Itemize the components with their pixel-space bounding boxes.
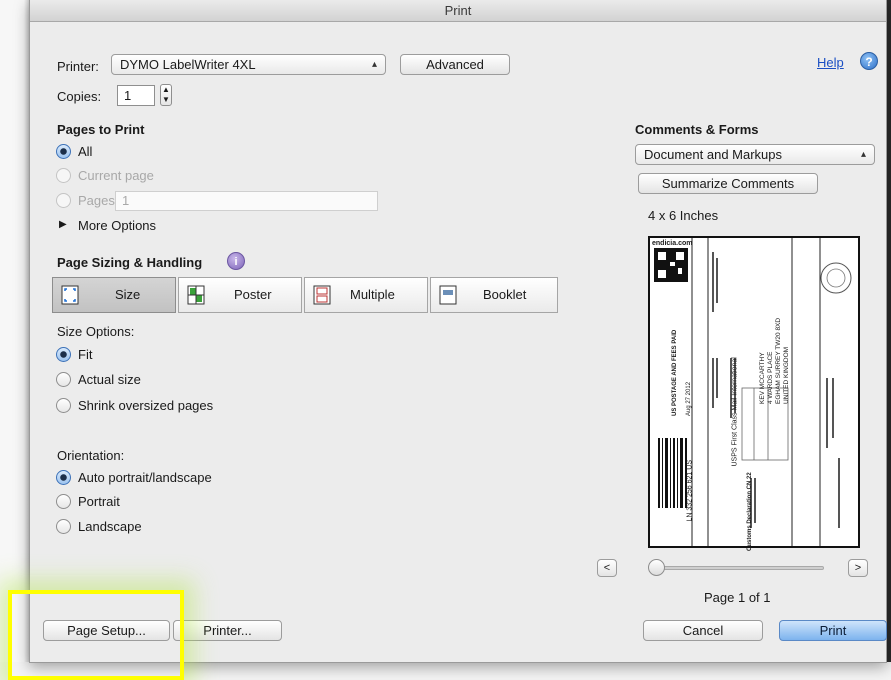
- current-page-label: Current page: [78, 168, 154, 183]
- copies-stepper[interactable]: ▲ ▼: [160, 84, 172, 106]
- landscape-radio[interactable]: [56, 519, 71, 534]
- print-dialog: Print Printer: DYMO LabelWriter 4XL ▴ Ad…: [29, 0, 887, 663]
- orientation-label: Orientation:: [57, 448, 125, 463]
- tab-size-label: Size: [115, 287, 141, 302]
- more-options-toggle[interactable]: More Options: [78, 218, 156, 233]
- preview-tracking-text: LN 332 256 621 US: [686, 460, 694, 522]
- next-page-button[interactable]: >: [848, 559, 868, 577]
- previous-page-button[interactable]: <: [597, 559, 617, 577]
- shrink-oversized-label: Shrink oversized pages: [78, 398, 214, 413]
- size-icon: [61, 285, 79, 305]
- tab-size[interactable]: Size: [52, 277, 176, 313]
- current-page-radio[interactable]: [56, 168, 71, 183]
- shrink-oversized-radio[interactable]: [56, 398, 71, 413]
- tab-multiple[interactable]: Multiple: [304, 277, 428, 313]
- print-button[interactable]: Print: [779, 620, 887, 641]
- preview-customs-text: Customs Declaration CN 22: [747, 472, 753, 551]
- yellow-highlight-box: [8, 590, 184, 680]
- updown-arrows-icon: ▴: [860, 149, 866, 160]
- label-preview-graphic: [654, 238, 852, 546]
- printer-select[interactable]: DYMO LabelWriter 4XL ▴: [111, 54, 386, 75]
- disclosure-triangle-icon[interactable]: ▶: [59, 219, 67, 230]
- help-icon[interactable]: ?: [860, 52, 878, 70]
- print-preview: endicia.com US POSTAGE AND FEES PAID Aug…: [648, 236, 860, 551]
- page-indicator: Page 1 of 1: [704, 590, 771, 605]
- summarize-comments-button[interactable]: Summarize Comments: [638, 173, 818, 194]
- copies-input[interactable]: 1: [117, 85, 155, 106]
- comments-forms-heading: Comments & Forms: [635, 122, 759, 137]
- pages-range-label: Pages: [78, 193, 115, 208]
- pages-range-input[interactable]: 1: [115, 191, 378, 211]
- tab-booklet-label: Booklet: [483, 287, 527, 302]
- preview-recipient-text: KEV MCCARTHY 4 WARDS PLACE EGHAM SURREY …: [759, 317, 790, 404]
- preview-brand-text: endicia.com: [652, 240, 693, 247]
- multiple-pages-icon: [313, 285, 331, 305]
- updown-arrows-icon: ▴: [371, 59, 377, 70]
- fit-radio[interactable]: [56, 347, 71, 362]
- size-options-label: Size Options:: [57, 324, 135, 339]
- tab-booklet[interactable]: Booklet: [430, 277, 558, 313]
- pages-all-label: All: [78, 144, 93, 159]
- actual-size-label: Actual size: [78, 372, 141, 387]
- copies-label: Copies:: [57, 89, 102, 104]
- pages-to-print-heading: Pages to Print: [57, 122, 145, 137]
- stepper-down-icon[interactable]: ▼: [162, 95, 170, 104]
- help-link[interactable]: Help: [817, 55, 844, 70]
- pages-all-radio[interactable]: [56, 144, 71, 159]
- tab-poster-label: Poster: [234, 287, 272, 302]
- window-title: Print: [30, 0, 886, 22]
- pages-range-radio[interactable]: [56, 193, 71, 208]
- portrait-radio[interactable]: [56, 494, 71, 509]
- preview-date-text: Aug 27 2012: [686, 381, 692, 416]
- fit-label: Fit: [78, 347, 93, 362]
- page-slider-knob[interactable]: [648, 559, 665, 576]
- portrait-label: Portrait: [78, 494, 120, 509]
- stepper-up-icon[interactable]: ▲: [162, 85, 170, 94]
- auto-orientation-radio[interactable]: [56, 470, 71, 485]
- cancel-button[interactable]: Cancel: [643, 620, 763, 641]
- poster-icon: [187, 285, 205, 305]
- landscape-label: Landscape: [78, 519, 142, 534]
- page-sizing-heading: Page Sizing & Handling: [57, 255, 203, 270]
- booklet-icon: [439, 285, 457, 305]
- actual-size-radio[interactable]: [56, 372, 71, 387]
- printer-label: Printer:: [57, 59, 99, 74]
- paper-size-label: 4 x 6 Inches: [648, 208, 719, 223]
- comments-forms-selected-value: Document and Markups: [644, 147, 783, 162]
- preview-usps-text: USPS First Class Mail International: [731, 357, 739, 467]
- info-icon[interactable]: i: [227, 252, 245, 270]
- tab-poster[interactable]: Poster: [178, 277, 302, 313]
- tab-multiple-label: Multiple: [350, 287, 395, 302]
- printer-button[interactable]: Printer...: [173, 620, 282, 641]
- page-slider-track[interactable]: [656, 566, 824, 570]
- advanced-button[interactable]: Advanced: [400, 54, 510, 75]
- printer-selected-value: DYMO LabelWriter 4XL: [120, 57, 256, 72]
- comments-forms-select[interactable]: Document and Markups ▴: [635, 144, 875, 165]
- preview-postage-text: US POSTAGE AND FEES PAID: [672, 329, 678, 416]
- auto-orientation-label: Auto portrait/landscape: [78, 470, 212, 485]
